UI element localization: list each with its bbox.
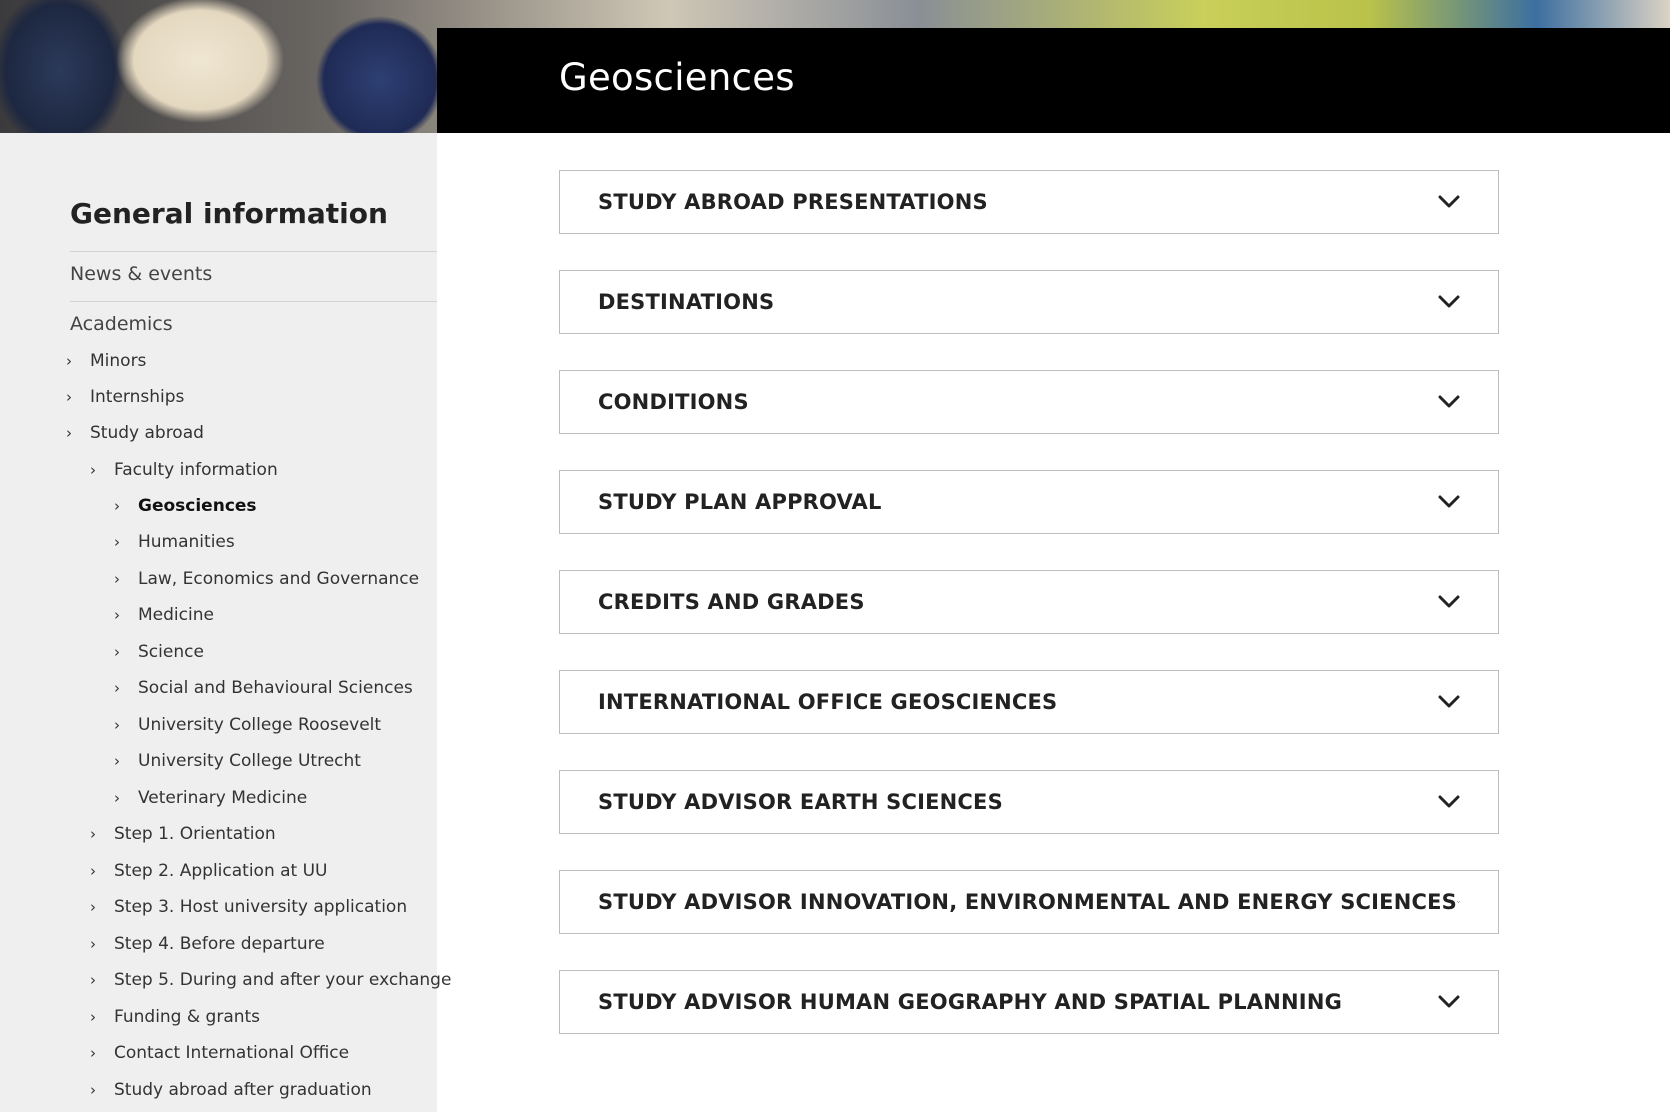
sidebar-item-label: Veterinary Medicine	[138, 788, 308, 808]
sidebar-item-news-events[interactable]: News & events	[70, 263, 212, 285]
chevron-down-icon	[1438, 295, 1460, 308]
sidebar-item-step-1[interactable]: › Step 1. Orientation	[90, 824, 276, 844]
sidebar-item-internships[interactable]: › Internships	[66, 387, 184, 407]
hero-banner: Geosciences	[0, 0, 1670, 133]
sidebar-item-label: University College Utrecht	[138, 751, 361, 771]
sidebar-item-label: Law, Economics and Governance	[138, 569, 420, 589]
chevron-down-icon	[1438, 995, 1460, 1008]
accordion-label: CONDITIONS	[598, 390, 749, 414]
sidebar-item-funding-grants[interactable]: › Funding & grants	[90, 1007, 260, 1027]
sidebar-nav: General information News & events Academ…	[0, 133, 451, 1112]
sidebar-item-humanities[interactable]: › Humanities	[114, 532, 235, 552]
chevron-down-icon	[1438, 195, 1460, 208]
sidebar-item-university-college-utrecht[interactable]: › University College Utrecht	[114, 751, 361, 771]
chevron-right-icon: ›	[90, 1081, 96, 1099]
chevron-right-icon: ›	[114, 789, 120, 807]
page-title: Geosciences	[559, 56, 795, 99]
sidebar-item-label: University College Roosevelt	[138, 715, 382, 735]
chevron-down-icon	[1457, 901, 1460, 903]
sidebar-item-label: Science	[138, 642, 204, 662]
chevron-right-icon: ›	[66, 352, 72, 370]
sidebar-item-social-behavioural-sciences[interactable]: › Social and Behavioural Sciences	[114, 678, 413, 698]
sidebar-item-label: Internships	[90, 387, 185, 407]
sidebar-item-academics[interactable]: Academics	[70, 313, 173, 335]
chevron-right-icon: ›	[90, 971, 96, 989]
accordion-study-advisor-human-geography[interactable]: STUDY ADVISOR HUMAN GEOGRAPHY AND SPATIA…	[559, 970, 1499, 1034]
sidebar-item-step-5[interactable]: › Step 5. During and after your exchange	[90, 970, 451, 990]
accordion-study-advisor-innovation-environmental-energy[interactable]: STUDY ADVISOR INNOVATION, ENVIRONMENTAL …	[559, 870, 1499, 934]
sidebar-item-study-abroad[interactable]: › Study abroad	[66, 423, 204, 443]
sidebar-item-label: Study abroad	[90, 423, 204, 443]
chevron-right-icon: ›	[66, 424, 72, 442]
sidebar-item-label: Funding & grants	[114, 1007, 261, 1027]
sidebar-item-law-economics-governance[interactable]: › Law, Economics and Governance	[114, 569, 419, 589]
sidebar-item-label: Faculty information	[114, 460, 278, 480]
chevron-right-icon: ›	[90, 1044, 96, 1062]
sidebar-divider	[70, 251, 437, 252]
sidebar-item-label: Social and Behavioural Sciences	[138, 678, 413, 698]
sidebar-item-step-3[interactable]: › Step 3. Host university application	[90, 897, 407, 917]
chevron-right-icon: ›	[114, 752, 120, 770]
chevron-right-icon: ›	[90, 461, 96, 479]
chevron-down-icon	[1438, 395, 1460, 408]
sidebar-item-medicine[interactable]: › Medicine	[114, 605, 214, 625]
accordion-conditions[interactable]: CONDITIONS	[559, 370, 1499, 434]
accordion-study-abroad-presentations[interactable]: STUDY ABROAD PRESENTATIONS	[559, 170, 1499, 234]
chevron-right-icon: ›	[90, 1008, 96, 1026]
chevron-right-icon: ›	[114, 570, 120, 588]
chevron-right-icon: ›	[114, 679, 120, 697]
chevron-right-icon: ›	[66, 388, 72, 406]
sidebar-item-label: Geosciences	[138, 496, 257, 516]
sidebar-item-label: Step 1. Orientation	[114, 824, 276, 844]
sidebar-item-contact-international-office[interactable]: › Contact International Office	[90, 1043, 349, 1063]
accordion-label: DESTINATIONS	[598, 290, 775, 314]
sidebar-item-geosciences[interactable]: › Geosciences	[114, 496, 257, 516]
chevron-down-icon	[1438, 795, 1460, 808]
sidebar-item-label: Study abroad after graduation	[114, 1080, 372, 1100]
accordion-label: STUDY ADVISOR HUMAN GEOGRAPHY AND SPATIA…	[598, 990, 1343, 1014]
accordion-destinations[interactable]: DESTINATIONS	[559, 270, 1499, 334]
chevron-right-icon: ›	[114, 497, 120, 515]
sidebar-item-label: Humanities	[138, 532, 235, 552]
sidebar-item-faculty-information[interactable]: › Faculty information	[90, 460, 278, 480]
chevron-right-icon: ›	[114, 716, 120, 734]
sidebar-item-label: Step 3. Host university application	[114, 897, 408, 917]
accordion-international-office-geosciences[interactable]: INTERNATIONAL OFFICE GEOSCIENCES	[559, 670, 1499, 734]
accordion-study-advisor-earth-sciences[interactable]: STUDY ADVISOR EARTH SCIENCES	[559, 770, 1499, 834]
sidebar-item-minors[interactable]: › Minors	[66, 351, 146, 371]
sidebar-item-label: Step 2. Application at UU	[114, 861, 328, 881]
chevron-right-icon: ›	[114, 606, 120, 624]
accordion-label: STUDY ADVISOR INNOVATION, ENVIRONMENTAL …	[598, 890, 1457, 914]
sidebar-item-label: Step 5. During and after your exchange	[114, 970, 452, 990]
chevron-right-icon: ›	[114, 533, 120, 551]
sidebar-item-step-2[interactable]: › Step 2. Application at UU	[90, 861, 328, 881]
chevron-right-icon: ›	[90, 935, 96, 953]
sidebar-item-university-college-roosevelt[interactable]: › University College Roosevelt	[114, 715, 381, 735]
chevron-down-icon	[1438, 695, 1460, 708]
sidebar-item-step-4[interactable]: › Step 4. Before departure	[90, 934, 325, 954]
chevron-right-icon: ›	[114, 643, 120, 661]
accordion-label: STUDY PLAN APPROVAL	[598, 490, 882, 514]
chevron-right-icon: ›	[90, 825, 96, 843]
sidebar-item-label: Step 4. Before departure	[114, 934, 325, 954]
accordion-label: INTERNATIONAL OFFICE GEOSCIENCES	[598, 690, 1058, 714]
chevron-right-icon: ›	[90, 898, 96, 916]
sidebar-heading: General information	[70, 197, 388, 230]
accordion-label: CREDITS AND GRADES	[598, 590, 865, 614]
accordion-credits-and-grades[interactable]: CREDITS AND GRADES	[559, 570, 1499, 634]
sidebar-item-veterinary-medicine[interactable]: › Veterinary Medicine	[114, 788, 307, 808]
sidebar-item-study-abroad-after-graduation[interactable]: › Study abroad after graduation	[90, 1080, 372, 1100]
accordion-study-plan-approval[interactable]: STUDY PLAN APPROVAL	[559, 470, 1499, 534]
sidebar-item-label: Medicine	[138, 605, 214, 625]
sidebar-divider	[70, 301, 437, 302]
chevron-right-icon: ›	[90, 862, 96, 880]
sidebar-item-label: Minors	[90, 351, 147, 371]
sidebar-item-science[interactable]: › Science	[114, 642, 204, 662]
sidebar-item-label: Contact International Office	[114, 1043, 350, 1063]
accordion-label: STUDY ADVISOR EARTH SCIENCES	[598, 790, 1003, 814]
chevron-down-icon	[1438, 495, 1460, 508]
chevron-down-icon	[1438, 595, 1460, 608]
accordion-label: STUDY ABROAD PRESENTATIONS	[598, 190, 988, 214]
